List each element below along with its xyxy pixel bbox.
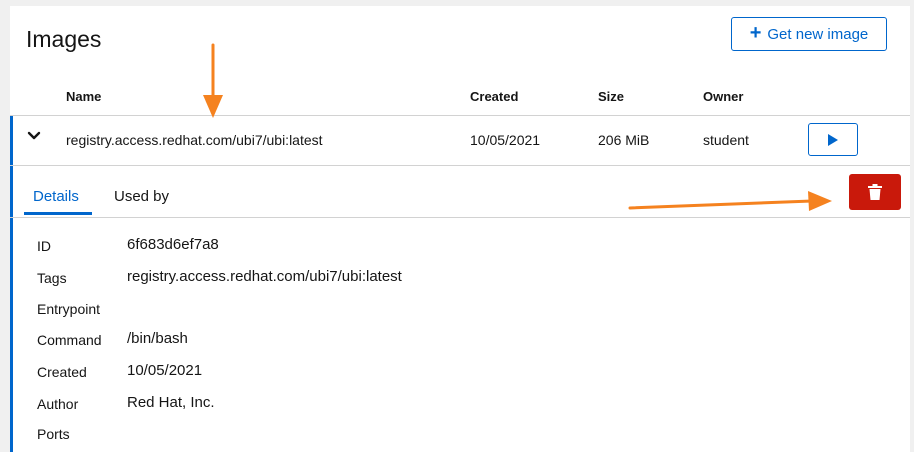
- get-new-image-button[interactable]: + Get new image: [731, 17, 887, 51]
- tab-details[interactable]: Details: [33, 188, 79, 205]
- detail-label-created: Created: [37, 364, 87, 380]
- column-header-size[interactable]: Size: [598, 89, 624, 104]
- chevron-down-icon[interactable]: [27, 130, 41, 142]
- trash-icon: [868, 184, 882, 200]
- detail-value-id: 6f683d6ef7a8: [127, 236, 219, 253]
- detail-label-ports: Ports: [37, 426, 70, 442]
- detail-label-id: ID: [37, 238, 51, 254]
- active-tab-indicator: [24, 212, 92, 215]
- detail-label-entrypoint: Entrypoint: [37, 301, 101, 317]
- detail-value-created: 10/05/2021: [127, 362, 203, 379]
- page-title: Images: [26, 26, 102, 52]
- column-header-created[interactable]: Created: [470, 89, 518, 104]
- image-created-cell: 10/05/2021: [470, 132, 541, 148]
- get-new-image-label: Get new image: [767, 25, 869, 43]
- column-header-owner[interactable]: Owner: [703, 89, 743, 104]
- image-name-cell: registry.access.redhat.com/ubi7/ubi:late…: [66, 132, 323, 148]
- detail-label-command: Command: [37, 332, 102, 348]
- image-owner-cell: student: [703, 132, 749, 148]
- image-size-cell: 206 MiB: [598, 132, 650, 148]
- expanded-row-indicator: [10, 116, 13, 452]
- tabs-divider: [10, 217, 910, 218]
- row-divider: [10, 165, 910, 166]
- plus-icon: +: [749, 22, 762, 44]
- tab-used-by[interactable]: Used by: [114, 188, 169, 205]
- header-divider: [10, 115, 910, 116]
- detail-value-author: Red Hat, Inc.: [127, 394, 215, 411]
- detail-label-author: Author: [37, 396, 79, 412]
- run-image-button[interactable]: [808, 123, 858, 156]
- delete-image-button[interactable]: [849, 174, 901, 210]
- detail-label-tags: Tags: [37, 270, 67, 286]
- column-header-name[interactable]: Name: [66, 89, 101, 104]
- detail-value-command: /bin/bash: [127, 330, 188, 347]
- play-icon: [828, 133, 838, 146]
- images-card: Images + Get new image Name Created Size…: [10, 6, 910, 452]
- detail-value-tags: registry.access.redhat.com/ubi7/ubi:late…: [127, 268, 402, 285]
